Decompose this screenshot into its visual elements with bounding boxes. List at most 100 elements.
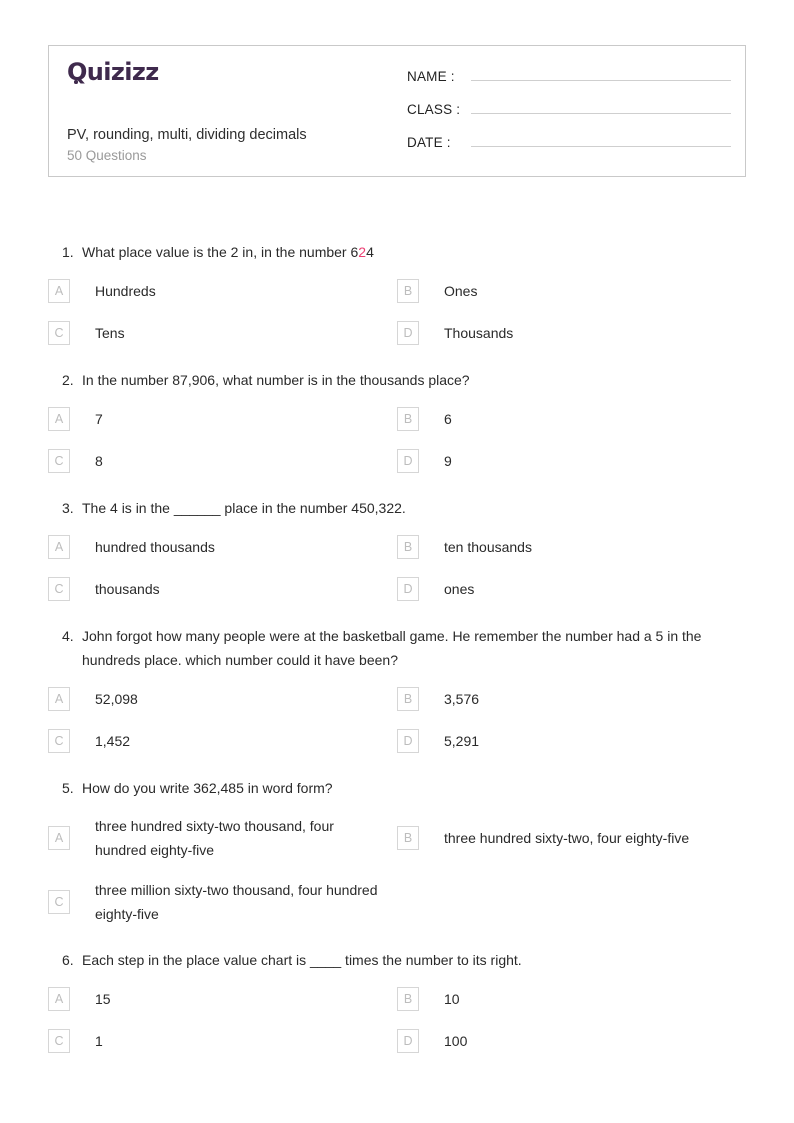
answer-options: Athree hundred sixty-two thousand, four … <box>48 806 746 934</box>
answer-option-d[interactable]: D 100 <box>397 1020 746 1062</box>
class-field-row: CLASS : <box>407 95 731 128</box>
question-block: 4. John forgot how many people were at th… <box>0 610 794 762</box>
answer-option-d[interactable]: D9 <box>397 440 746 482</box>
option-letter-box[interactable]: D <box>397 321 419 345</box>
name-field-label: NAME : <box>407 69 455 84</box>
option-letter-box[interactable]: C <box>48 890 70 914</box>
class-field-label: CLASS : <box>407 102 461 117</box>
name-input-line[interactable] <box>471 62 731 81</box>
option-text: thousands <box>95 581 160 597</box>
option-text: 9 <box>444 453 452 469</box>
question-block: 1. What place value is the 2 in, in the n… <box>0 226 794 354</box>
question-text: Each step in the place value chart is __… <box>82 952 522 968</box>
date-field-row: DATE : <box>407 128 731 161</box>
option-letter-box[interactable]: C <box>48 729 70 753</box>
answer-option-c[interactable]: C8 <box>48 440 397 482</box>
answer-option-a[interactable]: Ahundred thousands <box>48 526 397 568</box>
answer-option-b[interactable]: B6 <box>397 398 746 440</box>
option-letter-box[interactable]: B <box>397 535 419 559</box>
question-number: 3. <box>62 500 74 516</box>
option-letter-box[interactable]: B <box>397 687 419 711</box>
answer-option-d[interactable]: D 5,291 <box>397 720 746 762</box>
answer-option-a[interactable]: A 52,098 <box>48 678 397 720</box>
highlighted-digit: 2 <box>358 244 367 260</box>
answer-option-c[interactable]: C1 <box>48 1020 397 1062</box>
option-letter-box[interactable]: B <box>397 407 419 431</box>
answer-option-a[interactable]: A Hundreds <box>48 270 397 312</box>
quizizz-logo-dot-icon <box>74 80 78 84</box>
option-text: Ones <box>444 283 478 299</box>
question-header: 2. In the number 87,906, what number is i… <box>48 354 746 398</box>
question-count-label: 50 Questions <box>67 148 147 163</box>
answer-option-c[interactable]: Cthousands <box>48 568 397 610</box>
student-info-fields: NAME : CLASS : DATE : <box>407 46 745 176</box>
answer-option-c[interactable]: C Tens <box>48 312 397 354</box>
answer-option-d[interactable]: D Thousands <box>397 312 746 354</box>
question-header: 1. What place value is the 2 in, in the n… <box>48 226 746 270</box>
answer-option-c[interactable]: C 1,452 <box>48 720 397 762</box>
option-letter-box[interactable]: A <box>48 987 70 1011</box>
option-text: 52,098 <box>95 691 138 707</box>
option-letter-box[interactable]: A <box>48 826 70 850</box>
quizizz-logo-text: Quizizz <box>67 58 159 86</box>
answer-option-b[interactable]: Bten thousands <box>397 526 746 568</box>
question-number: 4. <box>62 628 74 644</box>
worksheet-title: PV, rounding, multi, dividing decimals <box>67 127 307 143</box>
answer-option-b[interactable]: B Ones <box>397 270 746 312</box>
option-letter-box[interactable]: B <box>397 826 419 850</box>
option-letter-box[interactable]: C <box>48 321 70 345</box>
option-letter-box[interactable]: A <box>48 407 70 431</box>
answer-option-c[interactable]: Cthree million sixty-two thousand, four … <box>48 870 397 934</box>
option-text: 100 <box>444 1033 468 1049</box>
option-text: three hundred sixty-two thousand, four h… <box>95 818 334 858</box>
class-input-line[interactable] <box>471 95 731 114</box>
question-number: 2. <box>62 372 74 388</box>
answer-options: A 52,098 B 3,576 C 1,452 D 5,291 <box>48 678 746 762</box>
answer-option-b[interactable]: Bthree hundred sixty-two, four eighty-fi… <box>397 806 746 870</box>
question-number: 6. <box>62 952 74 968</box>
option-letter-box[interactable]: C <box>48 577 70 601</box>
option-letter-box[interactable]: A <box>48 535 70 559</box>
option-letter-box[interactable]: C <box>48 449 70 473</box>
date-field-label: DATE : <box>407 135 451 150</box>
option-text: 7 <box>95 411 103 427</box>
quizizz-logo: Quizizz <box>67 60 159 84</box>
option-letter-box[interactable]: C <box>48 1029 70 1053</box>
answer-options: A 15 B 10 C 1 D 100 <box>48 978 746 1062</box>
question-header: 3. The 4 is in the ______ place in the nu… <box>48 482 746 526</box>
option-text: Tens <box>95 325 125 341</box>
answer-option-b[interactable]: B 10 <box>397 978 746 1020</box>
name-field-row: NAME : <box>407 62 731 95</box>
option-letter-box[interactable]: D <box>397 577 419 601</box>
option-letter-box[interactable]: D <box>397 1029 419 1053</box>
answer-options: A Hundreds B Ones C Tens D Thousands <box>48 270 746 354</box>
option-text: hundred thousands <box>95 539 215 555</box>
option-letter-box[interactable]: A <box>48 687 70 711</box>
question-text: How do you write 362,485 in word form? <box>82 780 333 796</box>
answer-option-d[interactable]: Dones <box>397 568 746 610</box>
option-letter-box[interactable]: A <box>48 279 70 303</box>
option-letter-box[interactable]: B <box>397 279 419 303</box>
option-letter-box[interactable]: B <box>397 987 419 1011</box>
question-block: 2. In the number 87,906, what number is i… <box>0 354 794 482</box>
question-block: 3. The 4 is in the ______ place in the nu… <box>0 482 794 610</box>
question-header: 6. Each step in the place value chart is … <box>48 934 746 978</box>
option-letter-box[interactable]: D <box>397 449 419 473</box>
question-text-part: What place value is the 2 in, in the num… <box>82 244 359 260</box>
option-text: 3,576 <box>444 691 480 707</box>
option-letter-box[interactable]: D <box>397 729 419 753</box>
question-number: 5. <box>62 780 74 796</box>
option-text: Hundreds <box>95 283 156 299</box>
option-text: 1 <box>95 1033 103 1049</box>
option-text: ten thousands <box>444 539 532 555</box>
answer-option-a[interactable]: A 15 <box>48 978 397 1020</box>
answer-option-a[interactable]: Athree hundred sixty-two thousand, four … <box>48 806 397 870</box>
option-text: 8 <box>95 453 103 469</box>
date-input-line[interactable] <box>471 128 731 147</box>
option-text: ones <box>444 581 475 597</box>
answer-option-b[interactable]: B 3,576 <box>397 678 746 720</box>
question-text: In the number 87,906, what number is in … <box>82 372 470 388</box>
option-text: 5,291 <box>444 733 480 749</box>
question-block: 5. How do you write 362,485 in word form?… <box>0 762 794 934</box>
answer-option-a[interactable]: A7 <box>48 398 397 440</box>
